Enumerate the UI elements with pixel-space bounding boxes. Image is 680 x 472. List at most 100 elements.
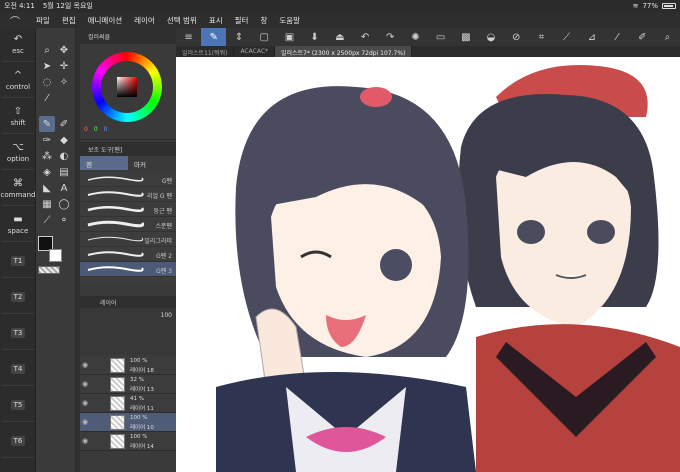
fill-icon[interactable]: ◈ bbox=[39, 164, 55, 180]
undo-icon[interactable]: ↶ bbox=[352, 28, 377, 46]
balloon-icon[interactable]: ◯ bbox=[56, 196, 72, 212]
layer-row[interactable]: ◉ 32 % 레이어 13 bbox=[80, 375, 176, 394]
layer-row[interactable]: ◉ 100 % 레이어 18 bbox=[80, 356, 176, 375]
layer-row[interactable]: ◉ 41 % 레이어 11 bbox=[80, 394, 176, 413]
menu-edit[interactable]: 편집 bbox=[56, 15, 82, 26]
sub-color-swatch[interactable] bbox=[49, 249, 62, 262]
tool-toggle-icon[interactable]: ✎ bbox=[201, 28, 227, 46]
shift-button[interactable]: ⇧ shift bbox=[2, 100, 34, 134]
canvas-tab-active[interactable]: 일러스트7* (2300 x 2500px 72dpi 107.7%) bbox=[275, 46, 413, 57]
space-button[interactable]: ▬ space bbox=[2, 208, 34, 242]
shortcut-t2-button[interactable]: T2 bbox=[2, 280, 34, 314]
menu-file[interactable]: 파일 bbox=[30, 15, 56, 26]
search-icon[interactable]: ⌕ bbox=[655, 28, 680, 46]
layer-opacity-value[interactable]: 100 bbox=[161, 312, 172, 319]
operation-icon[interactable]: ➤ bbox=[39, 58, 55, 74]
layer-row-selected[interactable]: ◉ 100 % 레이어 10 bbox=[80, 413, 176, 432]
move-icon[interactable]: ✥ bbox=[56, 42, 72, 58]
zoom-icon[interactable]: ⌕ bbox=[39, 42, 55, 58]
flip-icon[interactable]: ⟋ bbox=[554, 28, 579, 46]
text-tool-icon[interactable]: A bbox=[56, 180, 72, 196]
eye-icon[interactable]: ◉ bbox=[82, 380, 88, 388]
brush-item[interactable]: G펜 2 bbox=[80, 247, 176, 262]
lasso-icon[interactable]: ◌ bbox=[39, 74, 55, 90]
esc-button[interactable]: ↶ esc bbox=[2, 28, 34, 62]
drawing-canvas[interactable] bbox=[176, 57, 680, 472]
eyedropper-icon[interactable]: ⁄ bbox=[39, 90, 55, 106]
ruler-snap-icon[interactable]: ⊿ bbox=[579, 28, 604, 46]
airbrush-icon[interactable]: ⁂ bbox=[39, 148, 55, 164]
pen-tool-icon[interactable]: ✎ bbox=[39, 116, 55, 132]
chevron-updown-icon[interactable]: ⇕ bbox=[226, 28, 251, 46]
brush-item[interactable]: 둥근 펜 bbox=[80, 202, 176, 217]
subtool-tab-pen[interactable]: 펜 bbox=[80, 156, 128, 170]
brush-item[interactable]: 밀리그라피 bbox=[80, 232, 176, 247]
eye-icon[interactable]: ◉ bbox=[82, 418, 88, 426]
magic-wand-icon[interactable]: ✧ bbox=[56, 74, 72, 90]
shortcut-t5-button[interactable]: T5 bbox=[2, 388, 34, 422]
open-file-icon[interactable]: ▣ bbox=[277, 28, 302, 46]
export-icon[interactable]: ⏏ bbox=[327, 28, 352, 46]
app-logo-icon[interactable]: ⌒ bbox=[0, 13, 30, 28]
loading-icon[interactable]: ✺ bbox=[403, 28, 428, 46]
eraser-icon[interactable]: ◆ bbox=[56, 132, 72, 148]
eye-icon[interactable]: ◉ bbox=[82, 437, 88, 445]
color-wheel[interactable] bbox=[92, 52, 162, 122]
frame-icon[interactable]: ▦ bbox=[39, 196, 55, 212]
shortcut-t4-button[interactable]: T4 bbox=[2, 352, 34, 386]
redo-icon[interactable]: ↷ bbox=[378, 28, 403, 46]
ruler-icon[interactable]: ⟋ bbox=[39, 212, 55, 228]
eye-icon[interactable]: ◉ bbox=[82, 399, 88, 407]
brush-item[interactable]: 스푼펜 bbox=[80, 217, 176, 232]
canvas-tab[interactable]: 일러스트11(뭐뭐) bbox=[176, 46, 235, 57]
layer-row[interactable]: ◉ 100 % 레이어 14 bbox=[80, 432, 176, 451]
gradient-icon[interactable]: ▤ bbox=[56, 164, 72, 180]
eye-icon[interactable]: ◉ bbox=[82, 361, 88, 369]
new-file-icon[interactable]: ▢ bbox=[252, 28, 277, 46]
shortcut-t1-button[interactable]: T1 bbox=[2, 244, 34, 278]
control-label: control bbox=[5, 83, 31, 91]
color-panel-tab[interactable]: 컬러써클 bbox=[80, 28, 176, 44]
layer-name: 레이어 14 bbox=[130, 444, 154, 450]
figure-icon[interactable]: ◣ bbox=[39, 180, 55, 196]
move-layer-icon[interactable]: ✛ bbox=[56, 58, 72, 74]
subtool-tab-marker[interactable]: 마커 bbox=[128, 156, 176, 170]
drop-icon[interactable]: ◒ bbox=[478, 28, 503, 46]
saturation-value-square[interactable] bbox=[117, 77, 137, 97]
brush-item[interactable]: G펜 bbox=[80, 172, 176, 187]
shortcut-t6-button[interactable]: T6 bbox=[2, 424, 34, 458]
shift-label: shift bbox=[10, 119, 26, 127]
pencil-icon[interactable]: ✐ bbox=[56, 116, 72, 132]
menu-window[interactable]: 창 bbox=[254, 15, 273, 26]
menu-view[interactable]: 표시 bbox=[203, 15, 229, 26]
brush-item[interactable]: 리얼 G 펜 bbox=[80, 187, 176, 202]
transparent-color-swatch[interactable] bbox=[38, 266, 60, 274]
menu-selection[interactable]: 선택 범위 bbox=[161, 15, 203, 26]
pen-snap-icon[interactable]: ✐ bbox=[630, 28, 655, 46]
shortcut-t3-button[interactable]: T3 bbox=[2, 316, 34, 350]
canvas-tab[interactable]: ACACAC* bbox=[234, 46, 276, 57]
correct-line-icon[interactable]: ⚬ bbox=[56, 212, 72, 228]
blend-icon[interactable]: ◐ bbox=[56, 148, 72, 164]
deselect-icon[interactable]: ⊘ bbox=[504, 28, 529, 46]
menu-help[interactable]: 도움말 bbox=[273, 15, 306, 26]
brush-stroke-preview bbox=[87, 236, 144, 242]
menu-filter[interactable]: 필터 bbox=[229, 15, 255, 26]
brush-stroke-preview bbox=[87, 206, 144, 212]
brush-item-selected[interactable]: G펜 3 bbox=[80, 262, 176, 277]
brush-snap-icon[interactable]: ⁄ bbox=[604, 28, 629, 46]
menu-layer[interactable]: 레이어 bbox=[128, 15, 161, 26]
command-button[interactable]: ⌘ command bbox=[1, 172, 35, 206]
layer-toolbar: 100 bbox=[80, 308, 176, 354]
menu-animation[interactable]: 애니메이션 bbox=[82, 15, 129, 26]
clear-icon[interactable]: ▭ bbox=[428, 28, 453, 46]
crop-icon[interactable]: ⌗ bbox=[529, 28, 554, 46]
option-button[interactable]: ⌥ option bbox=[2, 136, 34, 170]
control-button[interactable]: ^ control bbox=[2, 64, 34, 98]
tool-palette: ⌕ ✥ ➤ ✛ ◌ ✧ ⁄ ✎ ✐ ✑ ◆ ⁂ ◐ ◈ ▤ ◣ A ▦ ◯ ⟋ … bbox=[36, 28, 76, 472]
save-icon[interactable]: ⬇ bbox=[302, 28, 327, 46]
brush-icon[interactable]: ✑ bbox=[39, 132, 55, 148]
fill-selection-icon[interactable]: ▩ bbox=[453, 28, 478, 46]
hamburger-menu-icon[interactable]: ≡ bbox=[176, 28, 201, 46]
status-bar: 오전 4:11 5월 12일 목요일 ≋ 77% bbox=[0, 0, 680, 12]
